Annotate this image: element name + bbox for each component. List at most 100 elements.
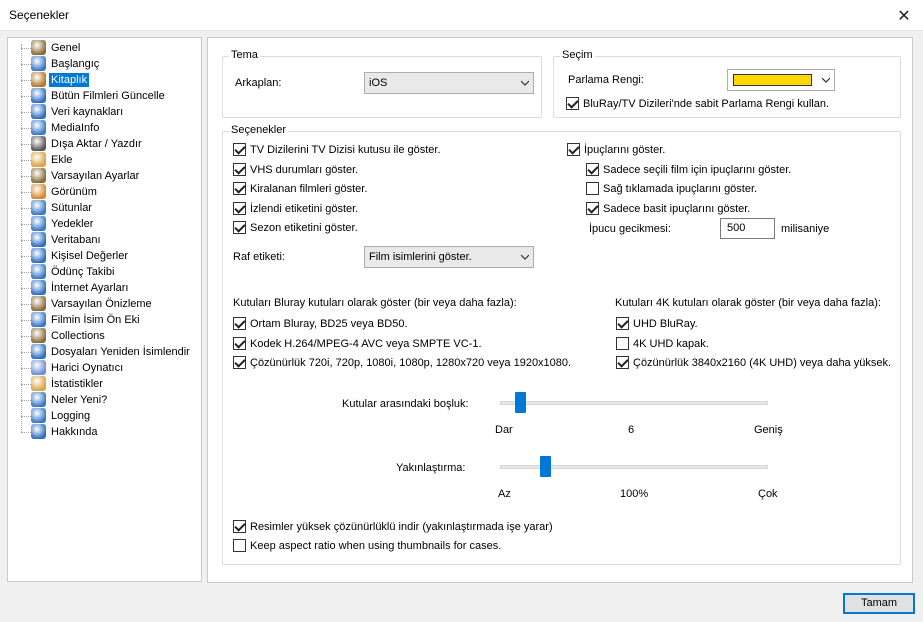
monitor-icon: [31, 120, 46, 135]
window-title: Seçenekler: [9, 8, 70, 22]
books-icon: [31, 72, 46, 87]
tree-connector: [21, 288, 31, 289]
tree-item--d-n-takibi[interactable]: Ödünç Takibi: [8, 264, 198, 280]
tree-item-genel[interactable]: Genel: [8, 40, 198, 56]
globe-icon: [31, 248, 46, 263]
close-button[interactable]: ✕: [885, 0, 923, 31]
tree-item-label: Ödünç Takibi: [51, 266, 115, 278]
globe-icon: [31, 104, 46, 119]
tree-item-filmin-i-sim-n-eki[interactable]: Filmin İsim Ön Eki: [8, 312, 198, 328]
tree-connector: [21, 336, 31, 337]
tree-item-collections[interactable]: Collections: [8, 328, 198, 344]
tree-item-label: Neler Yeni?: [51, 394, 108, 406]
monitor-icon: [31, 408, 46, 423]
globe-icon: [31, 88, 46, 103]
wrench-icon: [31, 168, 46, 183]
option-checkbox-label: İzlendi etiketini göster.: [250, 202, 359, 215]
tree-item-neler-yeni-[interactable]: Neler Yeni?: [8, 392, 198, 408]
ok-button[interactable]: Tamam: [843, 593, 915, 614]
tree-item-d-a-aktar-yazd-r[interactable]: Dışa Aktar / Yazdır: [8, 136, 198, 152]
tree-item-varsay-lan-nizleme[interactable]: Varsayılan Önizleme: [8, 296, 198, 312]
tree-item-ekle[interactable]: Ekle: [8, 152, 198, 168]
tree-item-label: Veritabanı: [51, 234, 101, 246]
tree-connector: [21, 384, 31, 385]
k4-section-title: Kutuları 4K kutuları olarak göster (bir …: [615, 297, 881, 309]
tree-item-varsay-lan-ayarlar[interactable]: Varsayılan Ayarlar: [8, 168, 198, 184]
tree-item-veri-kaynaklar-[interactable]: Veri kaynakları: [8, 104, 198, 120]
tooltip-checkbox-label: İpuçlarını göster.: [584, 144, 666, 156]
tree-item-label: Varsayılan Önizleme: [51, 298, 152, 310]
tooltip-delay-label: İpucu gecikmesi:: [589, 223, 671, 235]
settings-panel: Tema Arkaplan: iOS Seçim Parlama Rengi: …: [207, 37, 913, 583]
tree-item-i-nternet-ayarlar-[interactable]: İnternet Ayarları: [8, 280, 198, 296]
tree-item-label: Yedekler: [51, 218, 94, 230]
tree-item-label: İstatistikler: [51, 378, 103, 390]
tree-item-b-t-n-filmleri-g-ncelle[interactable]: Bütün Filmleri Güncelle: [8, 88, 198, 104]
tree-item-dosyalar-yeniden-i-simlendir[interactable]: Dosyaları Yeniden İsimlendir: [8, 344, 198, 360]
spacing-slider-track[interactable]: [500, 401, 768, 405]
monitor-icon: [31, 264, 46, 279]
tree-item-yedekler[interactable]: Yedekler: [8, 216, 198, 232]
settings-tree: Genel Başlangıç Kitaplık Bütün Filmleri Gün…: [7, 37, 202, 582]
checkbox-checked: [616, 356, 629, 369]
tree-item-hakk-nda[interactable]: Hakkında: [8, 424, 198, 440]
tree-item-label: Varsayılan Ayarlar: [51, 170, 140, 182]
checkbox-unchecked: [586, 182, 599, 195]
tree-item-ki-isel-de-erler[interactable]: Kişisel Değerler: [8, 248, 198, 264]
zoom-slider-thumb[interactable]: [539, 456, 551, 477]
checkbox-checked: [233, 520, 246, 533]
zoom-value-label: 100%: [620, 488, 649, 500]
tree-item-label: Veri kaynakları: [51, 106, 124, 118]
tree-item-logging[interactable]: Logging: [8, 408, 198, 424]
bluray-checkbox-label: Çözünürlük 720i, 720p, 1080i, 1080p, 128…: [250, 357, 572, 369]
tree-connector: [21, 224, 31, 225]
checkbox-checked: [233, 356, 246, 369]
spacing-slider-thumb[interactable]: [515, 392, 527, 413]
tree-item-harici-oynat-c-[interactable]: Harici Oynatıcı: [8, 360, 198, 376]
globe-icon: [31, 360, 46, 375]
shelf-select[interactable]: Film isimlerini göster.: [364, 246, 534, 268]
option-checkbox-label: VHS durumları göster.: [250, 163, 359, 176]
tree-item-label: Dışa Aktar / Yazdır: [51, 138, 142, 150]
chevron-down-icon: [521, 80, 529, 86]
tooltip-delay-input[interactable]: 500: [720, 218, 775, 239]
background-label: Arkaplan:: [235, 77, 282, 89]
monitor-icon: [31, 392, 46, 407]
checkbox-checked: [233, 162, 246, 176]
tree-item-kitapl-k[interactable]: Kitaplık: [8, 72, 198, 88]
bluray-checkbox-label: Kodek H.264/MPEG-4 AVC veya SMPTE VC-1.: [250, 337, 482, 350]
background-select[interactable]: iOS: [364, 72, 534, 94]
tree-item-label: Başlangıç: [51, 58, 100, 70]
secenekler-group: Seçenekler TV Dizilerini TV Dizisi kutus…: [222, 124, 901, 565]
highlight-color-swatch: [733, 74, 812, 86]
checkbox-checked: [233, 221, 246, 234]
tooltip-checkbox-label: Sağ tıklamada ipuçlarını göster.: [603, 183, 758, 195]
zoom-label: Yakınlaştırma:: [396, 462, 466, 474]
tree-item-s-tunlar[interactable]: Sütunlar: [8, 200, 198, 216]
tree-item-g-r-n-m[interactable]: Görünüm: [8, 184, 198, 200]
tree-item-ba-lang-[interactable]: Başlangıç: [8, 56, 198, 72]
tree-item-label: Harici Oynatıcı: [51, 362, 124, 374]
tree-item-veritaban-[interactable]: Veritabanı: [8, 232, 198, 248]
bluray-checkbox-label: Ortam Bluray, BD25 veya BD50.: [250, 318, 408, 330]
checkbox-box: [566, 97, 579, 110]
checkbox-checked: [586, 162, 599, 176]
tree-item-label: İnternet Ayarları: [51, 282, 129, 294]
tree-connector: [21, 432, 31, 433]
tree-item-label: Görünüm: [51, 186, 97, 198]
monitor-icon: [31, 216, 46, 231]
document-icon: [31, 152, 46, 167]
spacing-value-label: 6: [628, 424, 635, 436]
monitor-icon: [31, 56, 46, 71]
wrench-icon: [31, 296, 46, 311]
secenekler-group-title: Seçenekler: [229, 124, 289, 136]
tree-item-mediainfo[interactable]: MediaInfo: [8, 120, 198, 136]
tree-item-i-statistikler[interactable]: İstatistikler: [8, 376, 198, 392]
tema-group-title: Tema: [229, 49, 260, 61]
tooltip-checkbox-label: Sadece seçili film için ipuçlarını göste…: [603, 163, 792, 176]
tree-item-label: Kişisel Değerler: [51, 250, 129, 262]
tree-item-label: Bütün Filmleri Güncelle: [51, 90, 165, 102]
highlight-color-select[interactable]: [727, 69, 835, 91]
secim-group: Seçim Parlama Rengi: BluRay/TV Dizileri'…: [553, 49, 901, 118]
tree-item-label: Collections: [51, 330, 105, 342]
